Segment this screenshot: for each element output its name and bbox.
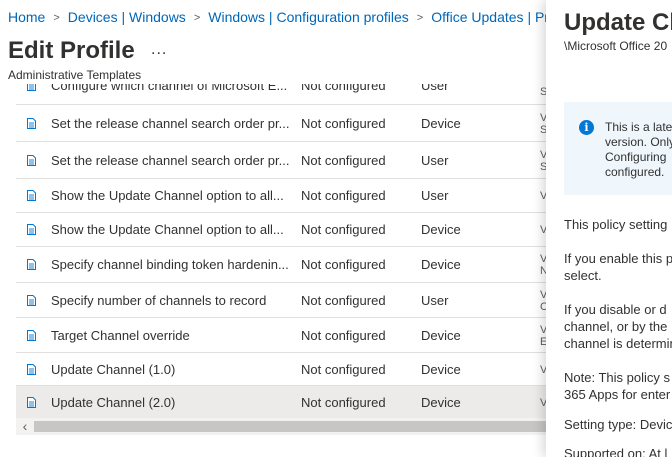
setting-name: Target Channel override [51, 328, 190, 343]
setting-type: Device [421, 328, 461, 343]
setting-name: Update Channel (2.0) [51, 395, 176, 410]
setting-name: Show the Update Channel option to all... [51, 188, 284, 203]
document-icon [27, 155, 36, 166]
info-message-box: i This is a later version. Only Configur… [564, 102, 672, 195]
setting-state: Not configured [301, 395, 386, 410]
breadcrumb-devices-windows[interactable]: Devices | Windows [68, 9, 186, 25]
breadcrumb-configuration-profiles[interactable]: Windows | Configuration profiles [208, 9, 409, 25]
description-line: This policy setting [564, 217, 668, 232]
settings-row[interactable]: Specify number of channels to record Not … [16, 283, 546, 318]
document-icon [27, 118, 36, 129]
description-line: select. [564, 268, 602, 283]
page-title: Edit Profile [8, 37, 135, 64]
setting-state: Not configured [301, 293, 386, 308]
description-paragraph: If you disable or d channel, or by the c… [564, 301, 672, 352]
settings-row[interactable]: Target Channel override Not configured Dev… [16, 318, 546, 353]
document-icon [27, 190, 36, 201]
setting-name: Update Channel (1.0) [51, 362, 176, 377]
horizontal-scrollbar[interactable]: ‹ [16, 418, 546, 435]
info-line: This is a later [605, 120, 672, 134]
settings-row[interactable]: Configure which channel of Microsoft E..… [16, 84, 546, 105]
description-line: Setting type: Devic [564, 417, 672, 432]
chevron-right-icon: > [193, 12, 201, 24]
page-subtitle: Administrative Templates [8, 68, 142, 82]
setting-state: Not configured [301, 257, 386, 272]
settings-grid: Configure which channel of Microsoft E..… [16, 84, 546, 418]
info-line: Configuring [605, 150, 667, 164]
setting-state: Not configured [301, 116, 386, 131]
setting-name: Configure which channel of Microsoft E..… [51, 84, 288, 93]
description-line: If you enable this p [564, 251, 672, 266]
setting-type: User [421, 84, 449, 93]
info-message-text: This is a later version. Only Configurin… [605, 120, 672, 180]
setting-name: Specify number of channels to record [51, 293, 267, 308]
document-icon [27, 295, 36, 306]
setting-name: Specify channel binding token hardenin..… [51, 257, 289, 272]
chevron-right-icon: > [416, 12, 424, 24]
setting-type: User [421, 293, 449, 308]
setting-type: Device [421, 362, 461, 377]
panel-title: Update Ch [564, 9, 672, 36]
settings-row[interactable]: Show the Update Channel option to all...… [16, 213, 546, 247]
setting-name: Set the release channel search order pr.… [51, 116, 290, 131]
setting-state: Not configured [301, 153, 386, 168]
setting-state: Not configured [301, 84, 386, 93]
scrollbar-thumb[interactable] [34, 421, 546, 432]
setting-state: Not configured [301, 188, 386, 203]
setting-name: Show the Update Channel option to all... [51, 222, 284, 237]
description-line: 365 Apps for enter [564, 387, 671, 402]
setting-type: Device [421, 222, 461, 237]
settings-row[interactable]: Update Channel (2.0) Not configured Device… [16, 386, 546, 418]
setting-name: Set the release channel search order pr.… [51, 153, 290, 168]
document-icon [27, 259, 36, 270]
main-pane: Home > Devices | Windows > Windows | Configu… [0, 0, 546, 457]
document-icon [27, 397, 36, 408]
description-paragraph: This policy setting [564, 216, 672, 233]
description-line: channel, or by the [564, 319, 668, 334]
setting-detail-panel: Update Ch \Microsoft Office 20 i This is… [546, 0, 672, 457]
settings-row[interactable]: Show the Update Channel option to all...… [16, 179, 546, 213]
breadcrumb: Home > Devices | Windows > Windows | Configu… [8, 9, 546, 25]
settings-row[interactable]: Update Channel (1.0) Not configured Device… [16, 353, 546, 386]
setting-type: Device [421, 116, 461, 131]
settings-row[interactable]: Set the release channel search order pr.… [16, 105, 546, 142]
info-line: version. Only [605, 135, 672, 149]
description-line: channel is determin [564, 336, 672, 351]
document-icon [27, 224, 36, 235]
description-paragraph: Note: This policy s 365 Apps for enter [564, 369, 672, 403]
setting-state: Not configured [301, 222, 386, 237]
setting-state: Not configured [301, 328, 386, 343]
description-line: Note: This policy s [564, 370, 670, 385]
breadcrumb-office-updates[interactable]: Office Updates | Pro [431, 9, 546, 25]
setting-type: User [421, 188, 449, 203]
panel-setting-path: \Microsoft Office 20 [564, 39, 668, 53]
info-line: configured. [605, 165, 665, 179]
more-options-button[interactable]: ... [151, 41, 167, 59]
document-icon [27, 364, 36, 375]
setting-type-text: Setting type: Devic [564, 416, 672, 433]
supported-on-text: Supported on: At l [564, 445, 672, 457]
chevron-right-icon: > [53, 12, 60, 24]
setting-type: Device [421, 257, 461, 272]
setting-type: User [421, 153, 449, 168]
setting-state: Not configured [301, 362, 386, 377]
settings-row[interactable]: Specify channel binding token hardenin..… [16, 247, 546, 283]
setting-type: Device [421, 395, 461, 410]
breadcrumb-home[interactable]: Home [8, 9, 45, 25]
document-icon [27, 84, 36, 91]
description-paragraph: If you enable this p select. [564, 250, 672, 284]
scroll-left-icon[interactable]: ‹ [18, 418, 32, 435]
description-line: Supported on: At l [564, 446, 668, 457]
document-icon [27, 330, 36, 341]
description-line: If you disable or d [564, 302, 667, 317]
settings-row[interactable]: Set the release channel search order pr.… [16, 142, 546, 179]
info-icon: i [579, 120, 594, 135]
